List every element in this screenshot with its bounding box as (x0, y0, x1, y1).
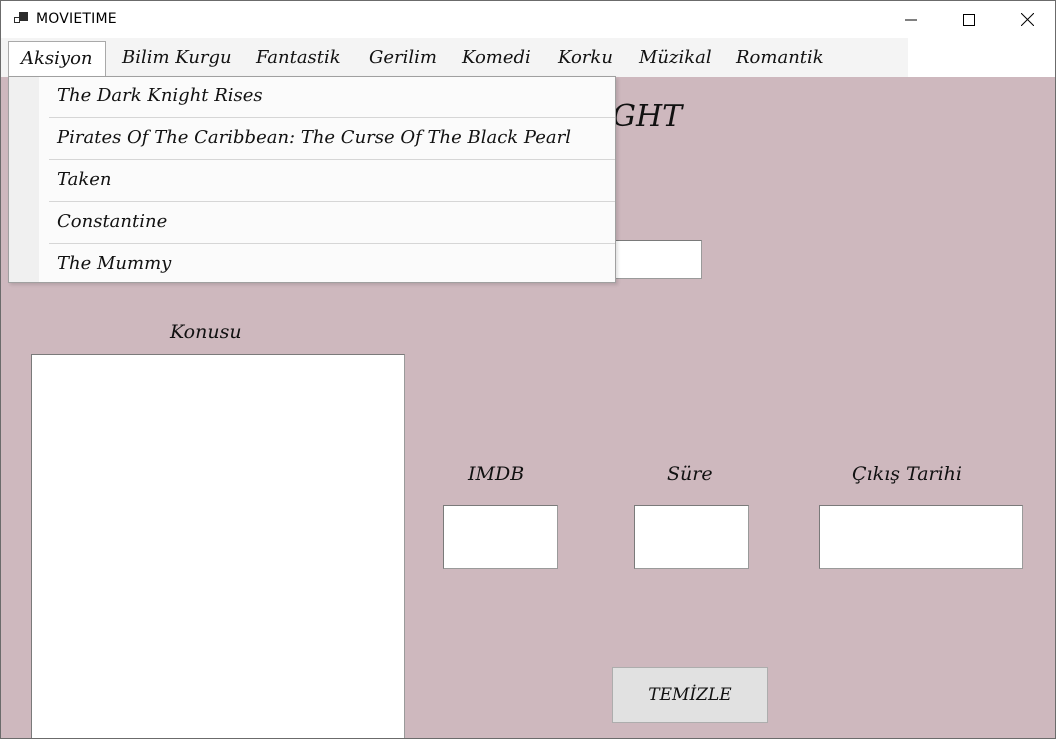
app-icon (13, 11, 29, 27)
menu-muzikal[interactable]: Müzikal (639, 41, 712, 75)
app-window: MOVIETIME Aksiyon Bilim Kurgu Fantastik … (0, 0, 1056, 739)
minimize-icon (905, 19, 917, 20)
menu-bar: Aksiyon Bilim Kurgu Fantastik Gerilim Ko… (1, 38, 908, 77)
sure-field[interactable] (634, 505, 749, 569)
text-field-partial[interactable] (601, 240, 702, 279)
close-button[interactable] (998, 1, 1055, 38)
menu-bilim-kurgu[interactable]: Bilim Kurgu (122, 41, 232, 75)
dropdown-gutter (9, 77, 39, 282)
menu-romantik[interactable]: Romantik (736, 41, 824, 75)
cikis-tarihi-field[interactable] (819, 505, 1023, 569)
temizle-button[interactable]: TEMİZLE (612, 667, 768, 723)
imdb-field[interactable] (443, 505, 558, 569)
dropdown-item-dark-knight-rises[interactable]: The Dark Knight Rises (49, 77, 615, 119)
minimize-button[interactable] (882, 1, 940, 38)
dropdown-item-the-mummy[interactable]: The Mummy (49, 245, 615, 287)
menu-bar-filler (908, 38, 1055, 77)
dropdown-separator (49, 201, 615, 202)
aksiyon-dropdown: The Dark Knight Rises Pirates Of The Car… (8, 76, 616, 283)
menu-aksiyon[interactable]: Aksiyon (8, 41, 106, 77)
menu-fantastik[interactable]: Fantastik (256, 41, 341, 75)
sure-label: Süre (667, 463, 713, 485)
close-icon (1020, 13, 1034, 26)
dropdown-item-constantine[interactable]: Constantine (49, 203, 615, 245)
cikis-tarihi-label: Çıkış Tarihi (852, 463, 962, 485)
menu-gerilim[interactable]: Gerilim (369, 41, 437, 75)
konusu-label: Konusu (170, 321, 242, 343)
title-bar[interactable]: MOVIETIME (1, 1, 1055, 38)
menu-korku[interactable]: Korku (558, 41, 613, 75)
window-title: MOVIETIME (36, 11, 117, 27)
dropdown-item-pirates[interactable]: Pirates Of The Caribbean: The Curse Of T… (49, 119, 615, 161)
menu-komedi[interactable]: Komedi (462, 41, 531, 75)
dropdown-separator (49, 159, 615, 160)
dropdown-separator (49, 117, 615, 118)
imdb-label: IMDB (468, 463, 525, 485)
konusu-textarea[interactable] (31, 354, 405, 738)
dropdown-item-taken[interactable]: Taken (49, 161, 615, 203)
dropdown-separator (49, 243, 615, 244)
movie-title: GHT (612, 99, 683, 134)
maximize-icon (963, 13, 975, 26)
maximize-button[interactable] (940, 1, 998, 38)
